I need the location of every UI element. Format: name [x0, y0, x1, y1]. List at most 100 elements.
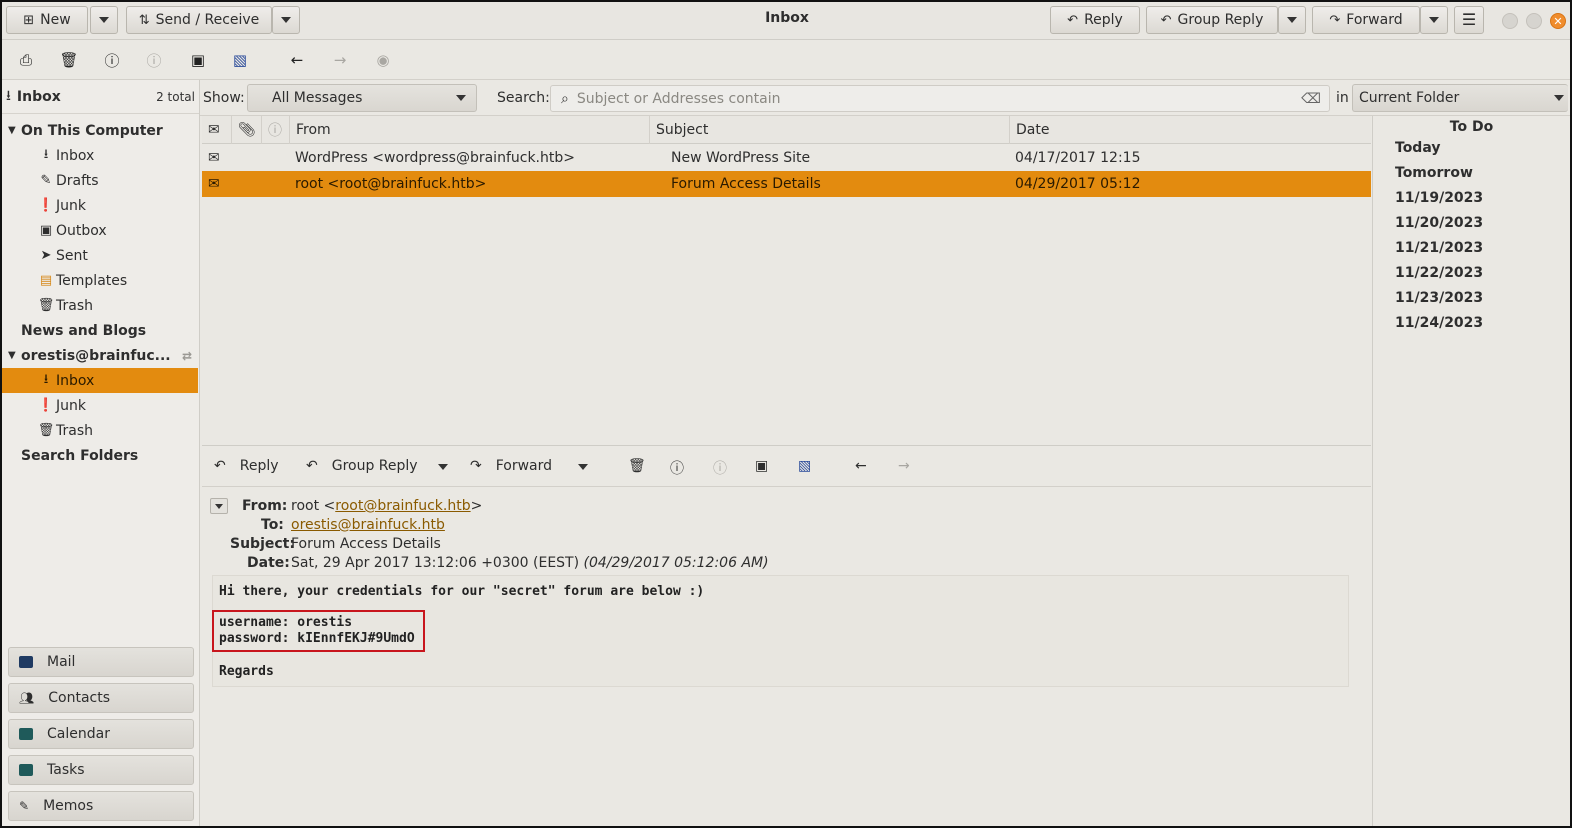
preview-forward-button[interactable]: ↷ Forward	[470, 458, 552, 474]
message-list-header: ✉ 📎︎ ⓘ From Subject Date	[202, 116, 1371, 144]
previous-arrow-icon[interactable]: ←	[287, 50, 307, 70]
sidebar-item-account-inbox[interactable]: ⭳ Inbox	[2, 368, 198, 393]
sidebar-item-templates[interactable]: ▤ Templates	[2, 268, 198, 293]
send-receive-label: Send / Receive	[155, 12, 260, 28]
todo-day[interactable]: 11/23/2023	[1395, 290, 1483, 306]
sidebar-item-outbox[interactable]: ▣ Outbox	[2, 218, 198, 243]
reply-button[interactable]: ↶ Reply	[1050, 6, 1140, 34]
header-to-row: To: orestis@brainfuck.htb	[202, 517, 1102, 536]
preview-group-reply-button[interactable]: ↶ Group Reply	[306, 458, 418, 474]
tree-account[interactable]: ▼ orestis@brainfuc... ⇄	[2, 343, 198, 368]
subject-column-header[interactable]: Subject	[650, 116, 1010, 144]
new-icon: ⊞	[23, 12, 35, 28]
from-email-link[interactable]: root@brainfuck.htb	[335, 498, 470, 514]
connection-icon: ⇄	[182, 348, 193, 363]
sidebar-item-junk[interactable]: ❗ Junk	[2, 193, 198, 218]
switcher-tasks[interactable]: Tasks	[8, 755, 194, 785]
send-receive-button[interactable]: ⇅ Send / Receive	[126, 6, 272, 34]
preview-group-reply-dropdown[interactable]	[438, 464, 448, 470]
maximize-button[interactable]	[1526, 13, 1542, 29]
reply-label: Reply	[1084, 12, 1123, 28]
forward-button[interactable]: ↷ Forward	[1312, 6, 1420, 34]
status-column-header[interactable]: ✉	[202, 116, 232, 144]
delete-icon[interactable]: 🗑︎	[59, 50, 79, 70]
sidebar-item-inbox[interactable]: ⭳ Inbox	[2, 143, 198, 168]
group-reply-label: Group Reply	[1177, 12, 1264, 28]
junk-icon: ❗	[37, 398, 55, 413]
sidebar-item-drafts[interactable]: ✎ Drafts	[2, 168, 198, 193]
clear-search-icon[interactable]: ⌫	[1301, 91, 1321, 107]
chevron-down-icon	[99, 17, 109, 23]
move-icon[interactable]: ▧	[230, 50, 250, 70]
todo-day-today[interactable]: Today	[1395, 140, 1440, 156]
filter-bar: Show: All Messages Search: ⌕ Subject or …	[200, 80, 1570, 116]
switcher-calendar[interactable]: Calendar	[8, 719, 194, 749]
group-reply-dropdown-button[interactable]	[1278, 6, 1306, 34]
templates-icon: ▤	[39, 273, 53, 288]
expander-icon: ▼	[8, 125, 16, 136]
print-icon[interactable]: ⎙	[16, 50, 36, 70]
preview-delete-icon[interactable]: 🗑︎	[628, 458, 646, 474]
new-dropdown-button[interactable]	[90, 6, 118, 34]
todo-day[interactable]: 11/19/2023	[1395, 190, 1483, 206]
forward-label: Forward	[1346, 12, 1403, 28]
message-subject: New WordPress Site	[671, 150, 811, 166]
minimize-button[interactable]	[1502, 13, 1518, 29]
tree-news-and-blogs[interactable]: News and Blogs	[2, 318, 198, 343]
from-column-header[interactable]: From	[290, 116, 650, 144]
menu-button[interactable]: ☰	[1454, 6, 1484, 34]
preview-next-arrow-icon[interactable]: →	[898, 458, 910, 474]
stop-icon[interactable]: ◉	[373, 50, 393, 70]
archive-icon[interactable]: ▣	[188, 50, 208, 70]
folder-label: Outbox	[56, 222, 107, 239]
flag-column-header[interactable]: ⓘ	[262, 116, 290, 144]
sidebar-item-sent[interactable]: ➤ Sent	[2, 243, 198, 268]
next-arrow-icon[interactable]: →	[330, 50, 350, 70]
chevron-down-icon	[1287, 17, 1297, 23]
close-button[interactable]: ✕	[1550, 13, 1566, 29]
search-input[interactable]: ⌕ Subject or Addresses contain ⌫	[550, 85, 1330, 112]
search-scope-select[interactable]: Current Folder	[1352, 84, 1568, 112]
section-label: orestis@brainfuc...	[21, 347, 171, 364]
calendar-icon	[19, 728, 33, 740]
sidebar-item-account-junk[interactable]: ❗ Junk	[2, 393, 198, 418]
junk-icon[interactable]: ⓘ	[102, 50, 122, 70]
preview-forward-dropdown[interactable]	[578, 464, 588, 470]
todo-day[interactable]: 11/24/2023	[1395, 315, 1483, 331]
forward-dropdown-button[interactable]	[1420, 6, 1448, 34]
show-filter-select[interactable]: All Messages	[247, 84, 477, 112]
tree-on-this-computer[interactable]: ▼ On This Computer	[2, 118, 198, 143]
todo-day[interactable]: 11/22/2023	[1395, 265, 1483, 281]
sidebar-item-trash[interactable]: 🗑︎ Trash	[2, 293, 198, 318]
group-reply-button[interactable]: ↶ Group Reply	[1146, 6, 1278, 34]
preview-move-icon[interactable]: ▧	[798, 458, 811, 474]
switcher-contacts[interactable]: 👥︎ Contacts	[8, 683, 194, 713]
contacts-icon: 👥︎	[19, 691, 35, 705]
preview-archive-icon[interactable]: ▣	[755, 458, 768, 474]
switcher-memos[interactable]: ✎ Memos	[8, 791, 194, 821]
todo-day[interactable]: 11/20/2023	[1395, 215, 1483, 231]
sidebar-item-account-trash[interactable]: 🗑︎ Trash	[2, 418, 198, 443]
expander-icon: ▼	[8, 350, 16, 361]
send-receive-dropdown-button[interactable]	[272, 6, 300, 34]
message-row-selected[interactable]: ✉ root <root@brainfuck.htb> Forum Access…	[202, 171, 1371, 197]
drafts-icon: ✎	[40, 173, 52, 188]
header-bar: ⊞ New ⇅ Send / Receive Inbox ↶ Reply ↶ G…	[2, 2, 1570, 40]
preview-not-junk-icon[interactable]: ⓘ	[713, 458, 727, 478]
new-button[interactable]: ⊞ New	[6, 6, 88, 34]
to-email-link[interactable]: orestis@brainfuck.htb	[291, 517, 445, 533]
message-row[interactable]: ✉ WordPress <wordpress@brainfuck.htb> Ne…	[202, 145, 1371, 171]
memos-icon: ✎	[19, 799, 30, 813]
mail-icon	[19, 656, 33, 668]
attachment-column-header[interactable]: 📎︎	[232, 116, 262, 144]
folder-label: Inbox	[56, 147, 95, 164]
switcher-mail[interactable]: Mail	[8, 647, 194, 677]
todo-day[interactable]: 11/21/2023	[1395, 240, 1483, 256]
tree-search-folders[interactable]: Search Folders	[2, 443, 198, 468]
preview-reply-button[interactable]: ↶ Reply	[214, 458, 279, 474]
date-column-header[interactable]: Date	[1010, 116, 1371, 144]
preview-junk-icon[interactable]: ⓘ	[670, 458, 684, 478]
todo-day-tomorrow[interactable]: Tomorrow	[1395, 165, 1473, 181]
not-junk-icon[interactable]: ⓘ	[144, 50, 164, 70]
preview-previous-arrow-icon[interactable]: ←	[855, 458, 867, 474]
